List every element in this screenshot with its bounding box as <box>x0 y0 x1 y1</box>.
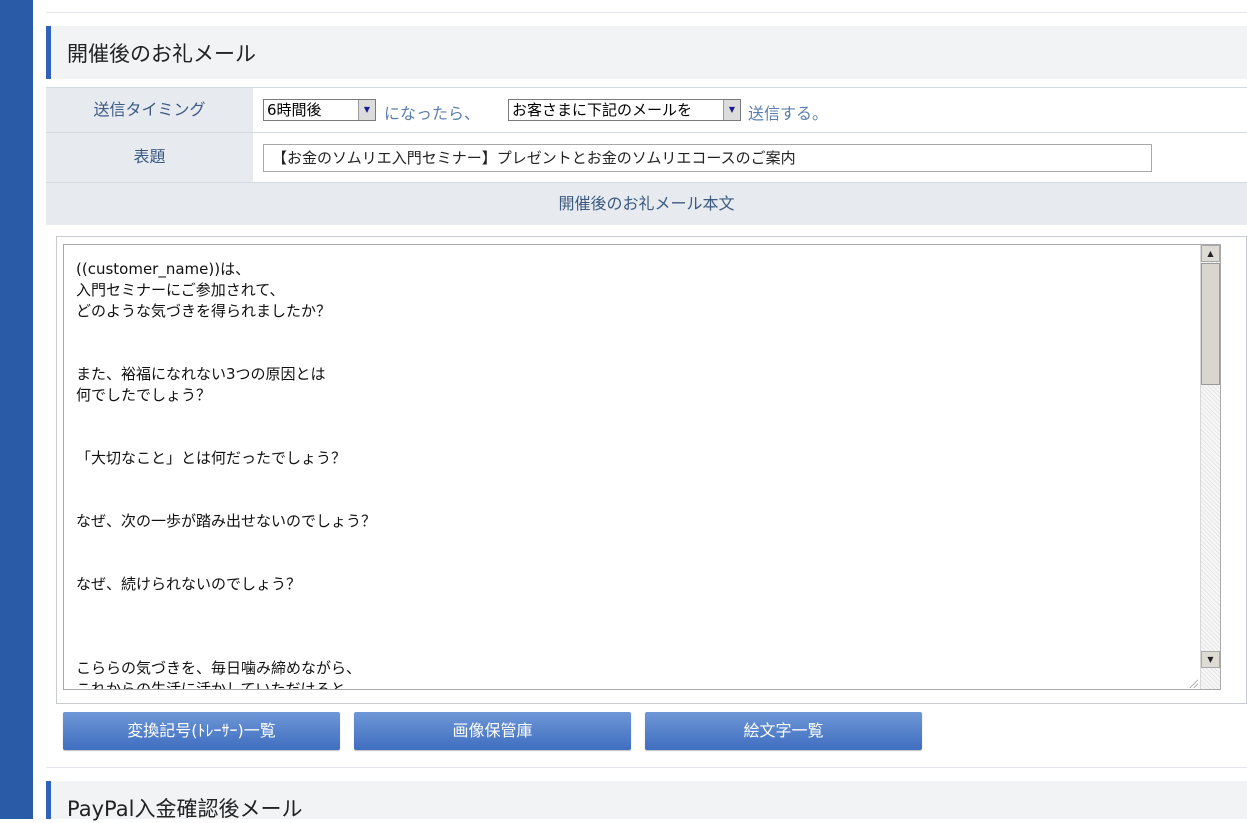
body-line <box>76 490 1186 511</box>
resize-grip-icon[interactable] <box>1188 678 1198 688</box>
scrollbar-thumb[interactable] <box>1201 263 1220 385</box>
chevron-down-icon: ▼ <box>358 100 375 120</box>
divider <box>46 12 1247 13</box>
left-sidebar-bar <box>0 0 33 819</box>
body-line <box>76 553 1186 574</box>
body-line: ((customer_name))は、 <box>76 260 251 278</box>
section-title: 開催後のお礼メール <box>67 42 256 66</box>
timing-text-prefix: になったら、 <box>384 104 481 123</box>
subject-row: 表題 【お金のソムリエ入門セミナー】プレゼントとお金のソムリエコースのご案内 <box>46 133 1247 183</box>
mail-body-text: ((customer_name))は、 入門セミナーにご参加されて、 どのような… <box>76 259 1186 690</box>
section-header-paypal-mail: PayPal入金確認後メール <box>46 781 1247 821</box>
action-select-value: お客さまに下記のメールを <box>512 101 693 119</box>
body-line: これからの生活に活かしていただけると <box>76 680 346 690</box>
body-line <box>76 637 1186 658</box>
body-line: なぜ、次の一歩が踏み出せないのでしょう？ <box>76 512 377 530</box>
timing-select-value: 6時間後 <box>267 101 322 119</box>
mail-body-textarea[interactable]: ((customer_name))は、 入門セミナーにご参加されて、 どのような… <box>63 244 1221 690</box>
body-line: こららの気づきを、毎日噛み締めながら、 <box>76 659 362 677</box>
subject-label: 表題 <box>46 133 253 182</box>
body-line: なぜ、続けられないのでしょう？ <box>76 575 302 593</box>
image-storage-button[interactable]: 画像保管庫 <box>354 712 631 750</box>
body-line: また、裕福になれない3つの原因とは <box>76 365 326 383</box>
body-line: どのような気づきを得られましたか？ <box>76 302 332 320</box>
body-line: 「大切なこと」とは何だったでしょう？ <box>76 449 347 467</box>
scroll-up-icon[interactable]: ▲ <box>1201 245 1220 262</box>
vertical-scrollbar[interactable]: ▲ ▼ <box>1200 245 1220 689</box>
divider <box>46 767 1247 768</box>
body-line <box>76 406 1186 427</box>
body-line: 入門セミナーにご参加されて、 <box>76 281 285 299</box>
section-header-thanks-mail: 開催後のお礼メール <box>46 26 1247 79</box>
body-line <box>76 595 1186 616</box>
body-line <box>76 469 1186 490</box>
scroll-down-icon[interactable]: ▼ <box>1201 651 1220 668</box>
chevron-down-icon: ▼ <box>723 100 740 120</box>
emoji-list-button[interactable]: 絵文字一覧 <box>645 712 922 750</box>
tracer-list-button[interactable]: 変換記号(ﾄﾚｰｻｰ)一覧 <box>63 712 340 750</box>
action-select[interactable]: お客さまに下記のメールを ▼ <box>508 99 741 121</box>
body-line <box>76 532 1186 553</box>
body-line <box>76 322 1186 343</box>
body-line: 何でしたでしょう？ <box>76 386 212 404</box>
timing-text-suffix: 送信する。 <box>748 104 829 123</box>
timing-select[interactable]: 6時間後 ▼ <box>263 99 376 121</box>
body-header: 開催後のお礼メール本文 <box>46 183 1247 225</box>
subject-input[interactable]: 【お金のソムリエ入門セミナー】プレゼントとお金のソムリエコースのご案内 <box>263 144 1152 172</box>
body-line <box>76 616 1186 637</box>
timing-row: 送信タイミング 6時間後 ▼ になったら、 お客さまに下記のメールを ▼ 送信す… <box>46 87 1247 133</box>
body-line <box>76 343 1186 364</box>
body-line <box>76 427 1186 448</box>
timing-label: 送信タイミング <box>46 88 253 132</box>
